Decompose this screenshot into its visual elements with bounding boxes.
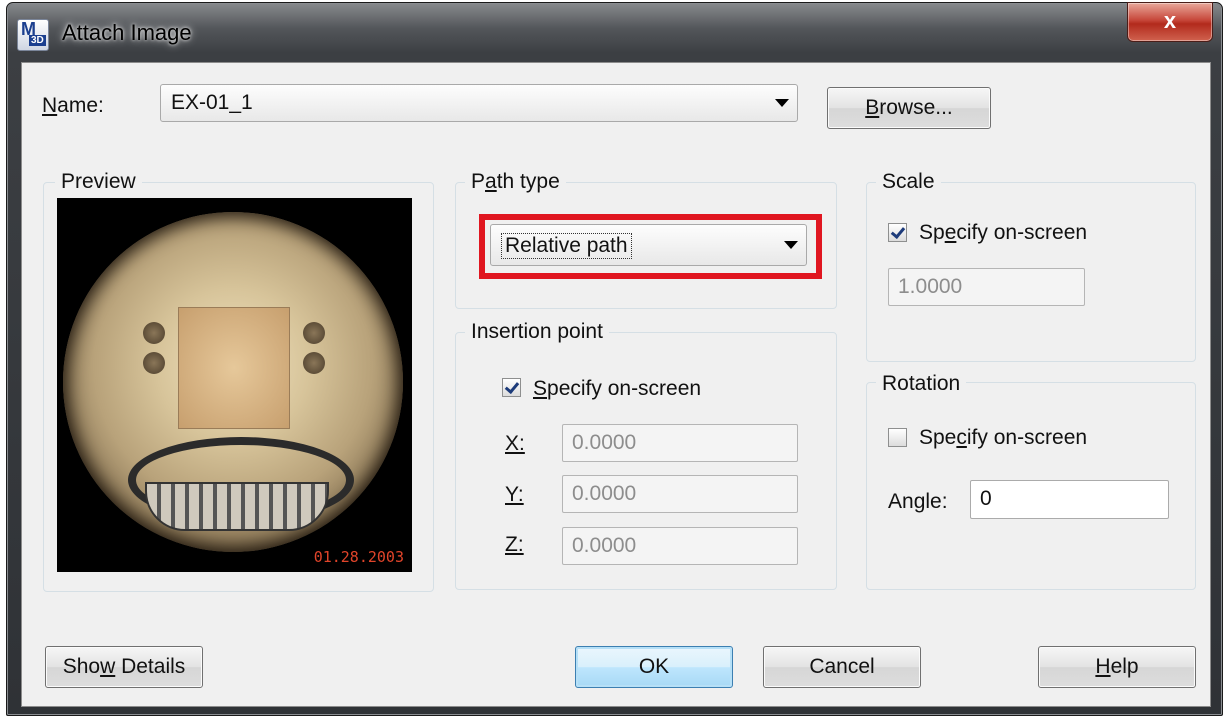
z-value: 0.0000 xyxy=(572,534,637,557)
show-details-button[interactable]: Show Details xyxy=(45,646,203,688)
fisheye-photo xyxy=(63,212,403,552)
name-combobox[interactable]: EX-01_1 xyxy=(160,84,798,122)
rotation-specify-mnemonic: c xyxy=(956,426,967,449)
path-type-value: Relative path xyxy=(501,233,632,259)
show-details-mnemonic: w xyxy=(100,655,116,678)
photo-port xyxy=(303,322,325,344)
scale-field[interactable]: 1.0000 xyxy=(888,268,1085,306)
browse-mnemonic: B xyxy=(865,96,880,119)
insertion-specify-mnemonic: S xyxy=(533,377,548,400)
scale-specify-pre: Sp xyxy=(919,221,945,244)
chevron-down-icon[interactable] xyxy=(775,99,789,107)
app-icon: M 3D xyxy=(17,19,49,51)
z-field[interactable]: 0.0000 xyxy=(562,527,798,565)
name-label-rest: ame: xyxy=(57,94,104,117)
rotation-specify-checkbox[interactable] xyxy=(888,428,907,447)
photo-back-wall xyxy=(178,307,290,429)
name-label-mnemonic: N xyxy=(42,94,58,117)
insertion-specify-rest: pecify on-screen xyxy=(547,377,702,400)
angle-mnemonic: g xyxy=(913,490,926,513)
cancel-label: Cancel xyxy=(809,655,875,678)
insertion-specify-label: Specify on-screen xyxy=(533,377,701,401)
path-type-mnemonic: a xyxy=(485,170,497,193)
angle-label: Angle: xyxy=(888,490,948,514)
angle-pre: An xyxy=(888,490,914,513)
app-icon-sub: 3D xyxy=(29,35,46,46)
preview-image: 01.28.2003 xyxy=(57,198,412,572)
path-type-title: Path type xyxy=(465,170,566,194)
photo-port xyxy=(143,322,165,344)
chevron-down-icon[interactable] xyxy=(784,241,798,249)
help-mnemonic: H xyxy=(1095,655,1111,678)
scale-specify-mnemonic: e xyxy=(944,221,957,244)
angle-field[interactable]: 0 xyxy=(970,480,1169,519)
scale-specify-checkbox[interactable] xyxy=(888,223,907,242)
x-field[interactable]: 0.0000 xyxy=(562,424,798,462)
photo-ring-base xyxy=(145,482,329,531)
angle-rest: le: xyxy=(925,490,948,513)
photo-date-stamp: 01.28.2003 xyxy=(313,548,404,566)
help-rest: elp xyxy=(1110,655,1139,678)
preview-title: Preview xyxy=(55,170,142,194)
y-field[interactable]: 0.0000 xyxy=(562,475,798,513)
browse-button[interactable]: Browse... xyxy=(827,87,991,129)
y-value: 0.0000 xyxy=(572,482,637,505)
z-label-text: Z: xyxy=(505,533,524,556)
y-label-text: Y: xyxy=(505,483,524,506)
x-label: X: xyxy=(505,432,525,456)
path-type-pre: P xyxy=(471,170,486,193)
photo-port xyxy=(303,352,325,374)
ok-button[interactable]: OK xyxy=(575,646,733,688)
browse-rest: rowse... xyxy=(879,96,953,119)
path-type-rest: th type xyxy=(496,170,560,193)
show-details-rest: Details xyxy=(115,655,186,678)
show-details-pre: Sho xyxy=(62,655,101,678)
help-button[interactable]: Help xyxy=(1038,646,1196,688)
name-value: EX-01_1 xyxy=(171,91,253,114)
rotation-specify-pre: Spe xyxy=(919,426,957,449)
ok-label: OK xyxy=(638,655,670,678)
name-label: Name: xyxy=(42,94,104,118)
close-button[interactable]: x xyxy=(1127,2,1213,42)
angle-value: 0 xyxy=(980,487,992,510)
scale-specify-rest: cify on-screen xyxy=(956,221,1088,244)
path-type-combobox[interactable]: Relative path xyxy=(490,224,807,266)
window-title: Attach Image xyxy=(62,20,192,45)
insertion-point-title: Insertion point xyxy=(465,320,609,344)
scale-title: Scale xyxy=(876,170,941,194)
x-label-text: X: xyxy=(505,432,525,455)
z-label: Z: xyxy=(505,533,524,557)
rotation-specify-rest: ify on-screen xyxy=(966,426,1088,449)
close-icon: x xyxy=(1163,8,1177,33)
y-label: Y: xyxy=(505,483,524,507)
rotation-specify-label: Specify on-screen xyxy=(919,426,1087,450)
scale-value: 1.0000 xyxy=(898,275,963,298)
photo-port xyxy=(143,352,165,374)
insertion-specify-checkbox[interactable] xyxy=(502,378,521,397)
rotation-title: Rotation xyxy=(876,372,967,396)
scale-specify-label: Specify on-screen xyxy=(919,221,1087,245)
x-value: 0.0000 xyxy=(572,431,637,454)
cancel-button[interactable]: Cancel xyxy=(763,646,921,688)
